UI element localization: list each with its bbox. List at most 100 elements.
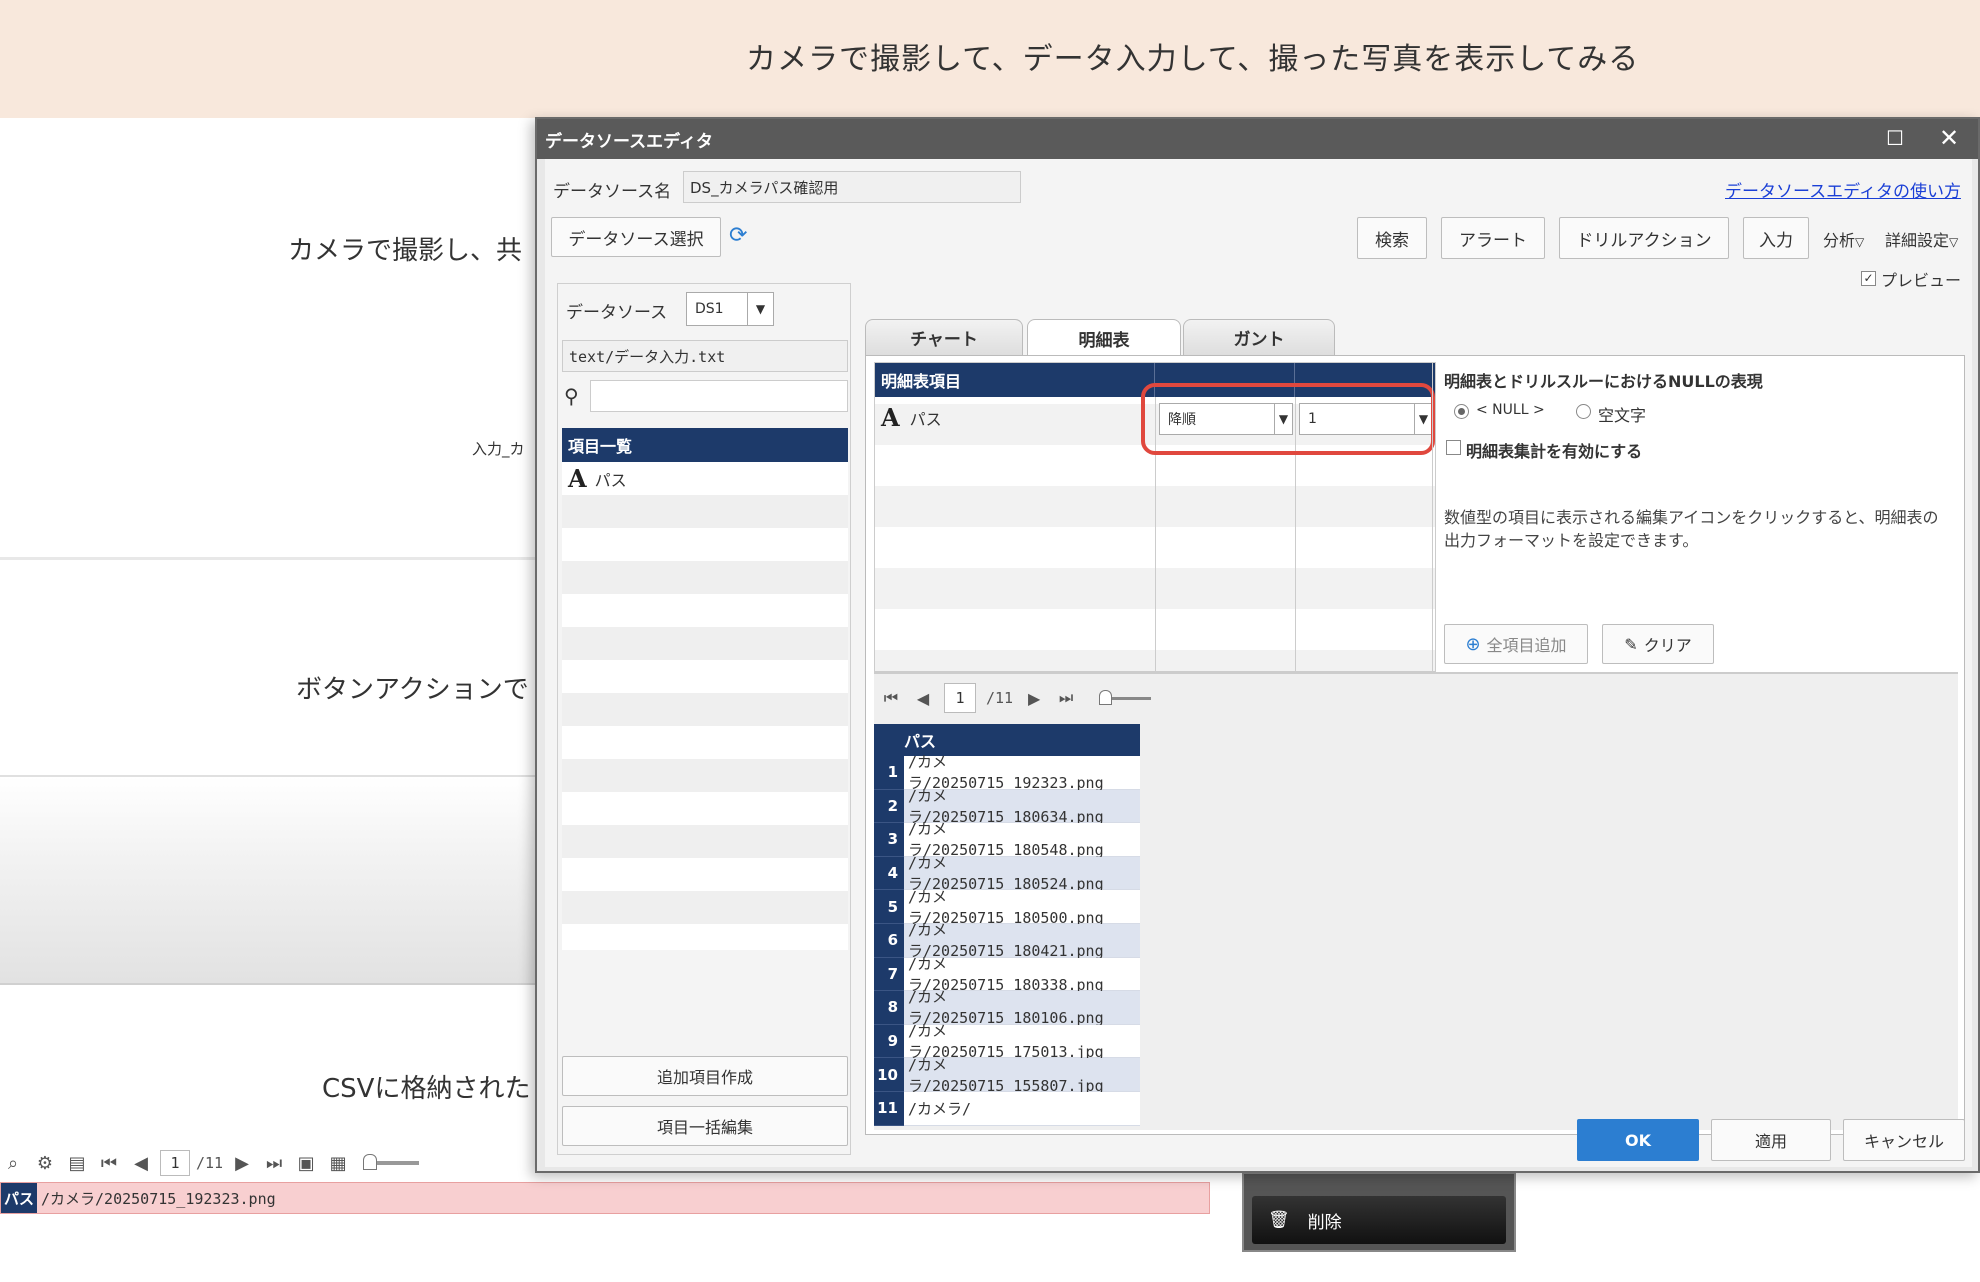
row-value: /カメラ/20250715_155807.jpg <box>904 1056 1140 1095</box>
help-link[interactable]: データソースエディタの使い方 <box>1725 177 1961 202</box>
last-page-icon[interactable]: ⏭ <box>1055 688 1077 708</box>
preview-zoom-slider[interactable] <box>1099 689 1152 705</box>
null-representation-title: 明細表とドリルスルーにおけるNULLの表現 <box>1444 372 1763 391</box>
analysis-menu[interactable]: 分析▽ <box>1823 227 1864 251</box>
row-number: 5 <box>874 890 904 924</box>
bg-page-input[interactable]: 1 <box>160 1150 190 1176</box>
row-number: 8 <box>874 991 904 1025</box>
input-button[interactable]: 入力 <box>1743 217 1809 259</box>
item-search-input[interactable] <box>590 380 848 412</box>
bg-dark-panel: 🗑 削除 <box>1242 1172 1516 1252</box>
excel-export-icon[interactable]: ▦ <box>325 1150 351 1176</box>
aggregate-label: 明細表集計を有効にする <box>1466 442 1643 461</box>
clear-button-label: クリア <box>1643 636 1692 655</box>
left-panel: データソース DS1 ▼ text/データ入力.txt ⚲ 項目一覧 A パス … <box>557 283 851 1155</box>
add-item-button[interactable]: 追加項目作成 <box>562 1056 848 1096</box>
preview-toolbar: ⏮ ◀ 1 /11 ▶ ⏭ <box>874 682 1152 714</box>
grid-row-item: パス <box>909 409 942 429</box>
bg-toolbar: ⌕ ⚙ ▤ ⏮ ◀ 1 /11 ▶ ⏭ ▣ ▦ <box>0 1145 540 1181</box>
plus-circle-icon: ⊕ <box>1465 633 1481 655</box>
zoom-icon[interactable]: ⌕ <box>0 1150 26 1176</box>
row-number: 9 <box>874 1024 904 1059</box>
preview-table: パス 1/カメラ/20250715_192323.png 2/カメラ/202507… <box>874 724 1140 1126</box>
refresh-icon[interactable]: ⟳ <box>729 223 747 248</box>
preview-checkbox[interactable]: ✓ <box>1861 271 1876 286</box>
ds-name-label: データソース名 <box>553 182 672 202</box>
ds-name-input[interactable]: DS_カメラパス確認用 <box>683 171 1021 203</box>
gear-icon[interactable]: ⚙ <box>32 1150 58 1176</box>
search-button[interactable]: 検索 <box>1357 217 1427 259</box>
bg-section-1-text: カメラで撮影し、共 <box>288 236 523 266</box>
first-page-icon[interactable]: ⏮ <box>96 1150 122 1176</box>
prev-page-icon[interactable]: ◀ <box>128 1150 154 1176</box>
file-path-field: text/データ入力.txt <box>562 340 848 372</box>
grid-header-item: 明細表項目 <box>875 363 1155 397</box>
highlight-annotation <box>1141 383 1435 455</box>
empty-string-label: 空文字 <box>1598 406 1647 425</box>
search-icon: ⚲ <box>564 384 579 408</box>
empty-string-radio[interactable] <box>1576 404 1591 419</box>
options-divider <box>1432 362 1433 672</box>
table-row[interactable]: 10/カメラ/20250715_155807.jpg <box>874 1056 1140 1095</box>
detail-grid: 明細表項目 A パス 降順 ▼ 1 ▼ <box>874 362 1436 673</box>
row-number: 2 <box>874 789 904 824</box>
text-type-icon: A <box>881 403 900 432</box>
add-all-items-button[interactable]: ⊕ 全項目追加 <box>1444 624 1588 664</box>
maximize-icon[interactable]: ☐ <box>1884 126 1906 150</box>
bg-result-row: パス /カメラ/20250715_192323.png <box>0 1182 1210 1214</box>
tab-chart[interactable]: チャート <box>865 319 1023 355</box>
dialog-title: データソースエディタ <box>545 131 713 152</box>
tab-gantt[interactable]: ガント <box>1183 319 1335 355</box>
bg-section-2: ボタンアクションで <box>0 565 540 775</box>
bg-gradient-panel <box>0 775 540 985</box>
aggregate-checkbox[interactable] <box>1446 440 1461 455</box>
trash-icon: 🗑 <box>1268 1210 1290 1230</box>
format-description: 数値型の項目に表示される編集アイコンをクリックすると、明細表の出力フォーマットを… <box>1444 508 1939 550</box>
null-radio[interactable] <box>1454 404 1469 419</box>
clear-button[interactable]: ✎ クリア <box>1602 624 1714 664</box>
bg-section-1-label: 入力_カ <box>472 440 525 458</box>
close-icon[interactable]: ✕ <box>1938 124 1960 152</box>
preview-area: ⏮ ◀ 1 /11 ▶ ⏭ パス 1/カメラ/20250715_192323.p… <box>874 672 1958 1130</box>
row-number: 7 <box>874 957 904 992</box>
bg-section-3-text: CSVに格納された <box>322 1074 531 1104</box>
dialog-body: データソース名 DS_カメラパス確認用 データソースエディタの使い方 データソー… <box>545 159 1972 1167</box>
tab-content: 明細表項目 A パス 降順 ▼ 1 ▼ 明細表とドリルスルーにおけるNULLの表… <box>865 355 1965 1135</box>
bg-section-2-text: ボタンアクションで <box>296 675 529 705</box>
bg-zoom-slider[interactable] <box>363 1154 420 1170</box>
ok-button[interactable]: OK <box>1577 1119 1699 1161</box>
bg-result-value: /カメラ/20250715_192323.png <box>41 1189 276 1208</box>
eraser-icon: ✎ <box>1624 634 1638 654</box>
item-list <box>562 462 848 950</box>
apply-button[interactable]: 適用 <box>1711 1119 1831 1161</box>
add-all-items-label: 全項目追加 <box>1486 636 1567 655</box>
detail-settings-menu[interactable]: 詳細設定▽ <box>1885 227 1958 251</box>
dialog-titlebar[interactable]: データソースエディタ ☐ ✕ <box>537 119 1978 159</box>
next-page-icon[interactable]: ▶ <box>1023 689 1045 708</box>
table-icon[interactable]: ▤ <box>64 1150 90 1176</box>
table-row[interactable]: 11/カメラ/ <box>874 1091 1140 1126</box>
list-item[interactable]: A パス <box>562 462 848 495</box>
tab-detail-table[interactable]: 明細表 <box>1027 319 1181 357</box>
bulk-edit-button[interactable]: 項目一括編集 <box>562 1106 848 1146</box>
item-list-header: 項目一覧 <box>562 428 848 462</box>
last-page-icon[interactable]: ⏭ <box>261 1150 287 1176</box>
prev-page-icon[interactable]: ◀ <box>912 689 934 708</box>
delete-button-label: 削除 <box>1307 1212 1342 1233</box>
csv-export-icon[interactable]: ▣ <box>293 1150 319 1176</box>
delete-button[interactable]: 🗑 削除 <box>1252 1196 1506 1244</box>
chevron-down-icon: ▼ <box>747 293 773 325</box>
drill-action-button[interactable]: ドリルアクション <box>1559 217 1729 259</box>
bg-section-3: CSVに格納された <box>0 990 540 1140</box>
cancel-button[interactable]: キャンセル <box>1843 1119 1965 1161</box>
alert-button[interactable]: アラート <box>1441 217 1545 259</box>
select-datasource-button[interactable]: データソース選択 <box>551 217 721 257</box>
row-number: 3 <box>874 823 904 857</box>
first-page-icon[interactable]: ⏮ <box>880 688 902 708</box>
preview-label: プレビュー <box>1881 271 1962 290</box>
text-type-icon: A <box>568 464 587 493</box>
datasource-editor-dialog: データソースエディタ ☐ ✕ データソース名 DS_カメラパス確認用 データソー… <box>535 117 1980 1173</box>
datasource-select[interactable]: DS1 ▼ <box>686 292 774 326</box>
preview-page-input[interactable]: 1 <box>944 683 976 713</box>
next-page-icon[interactable]: ▶ <box>229 1150 255 1176</box>
